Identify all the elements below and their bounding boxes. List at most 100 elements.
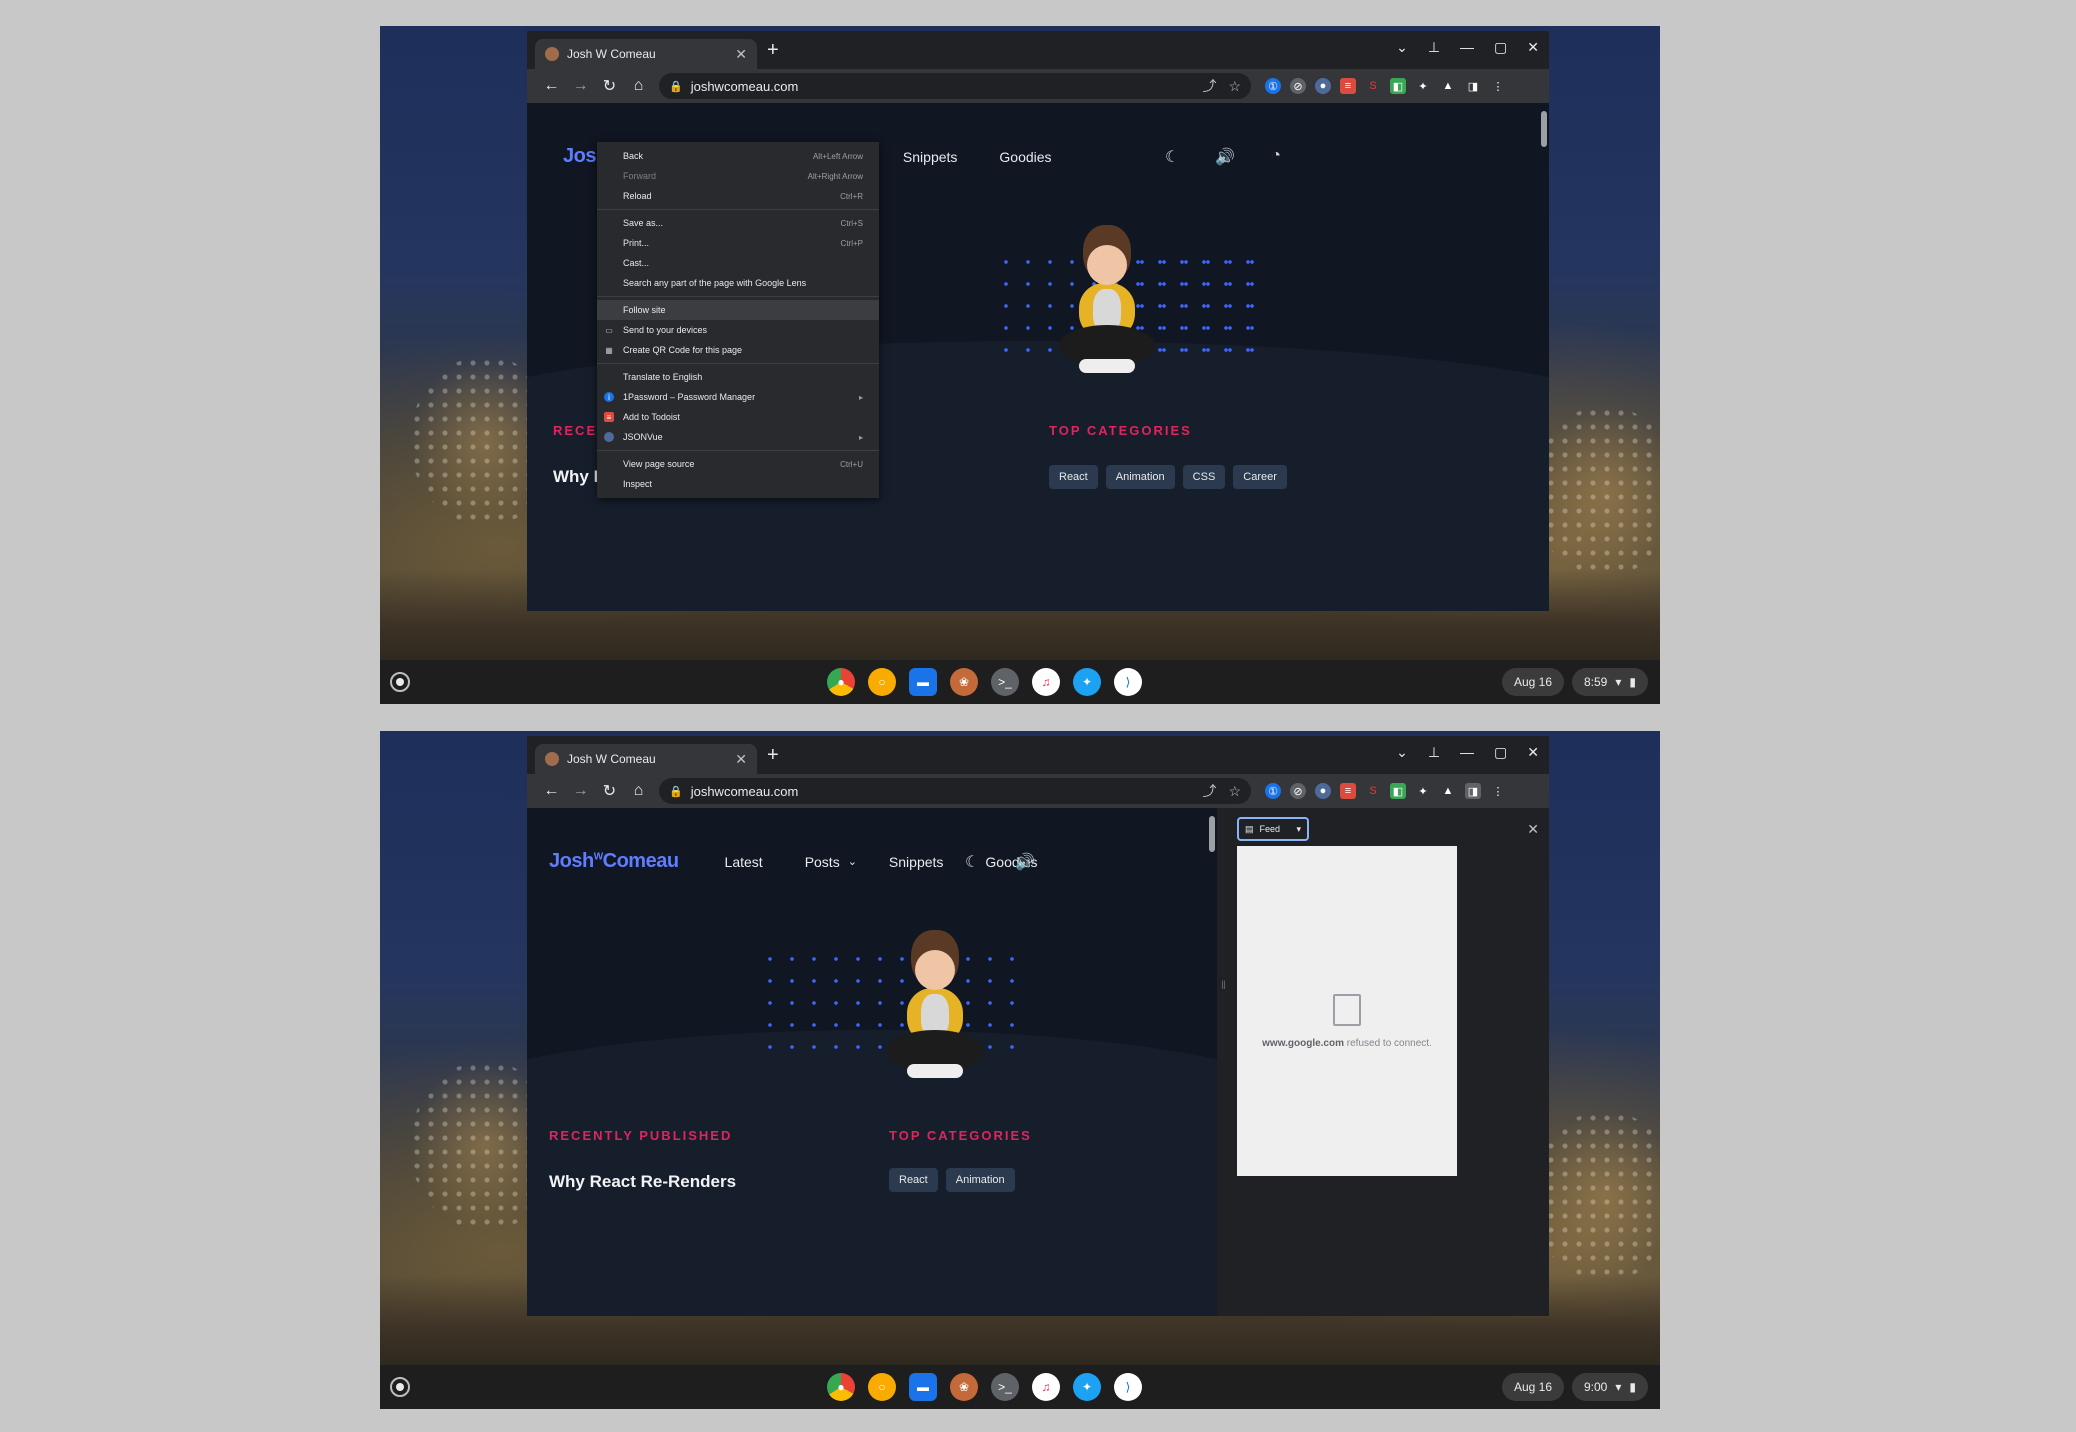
close-tab-icon[interactable]: ✕ [735, 46, 747, 63]
menu-print[interactable]: Print... Ctrl+P [597, 233, 879, 253]
menu-translate[interactable]: Translate to English [597, 367, 879, 387]
s-extension-icon[interactable]: S [1365, 783, 1381, 799]
launcher-button[interactable] [390, 672, 410, 692]
tab-search-icon[interactable]: ⌄ [1396, 744, 1408, 761]
app-icon[interactable]: ❀ [950, 1373, 978, 1401]
address-bar[interactable]: 🔒 joshwcomeau.com ⤴ ☆ [659, 778, 1251, 804]
forward-icon[interactable]: → [566, 77, 595, 95]
pin-icon[interactable]: ⊥ [1428, 744, 1440, 761]
bookmark-star-icon[interactable]: ☆ [1228, 783, 1241, 800]
todoist-icon[interactable]: ≡ [1340, 78, 1356, 94]
rss-icon[interactable]: ◔ [1271, 147, 1281, 167]
browser-tab[interactable]: Josh W Comeau ✕ [535, 744, 757, 774]
menu-send-to-devices[interactable]: ▭ Send to your devices [597, 320, 879, 340]
launcher-button[interactable] [390, 1377, 410, 1397]
tab-search-icon[interactable]: ⌄ [1396, 39, 1408, 56]
music-icon[interactable]: ♫ [1032, 1373, 1060, 1401]
nav-snippets[interactable]: Snippets [903, 149, 957, 165]
menu-google-lens[interactable]: Search any part of the page with Google … [597, 273, 879, 293]
kebab-menu-icon[interactable]: ⋮ [1490, 78, 1506, 94]
bookmark-star-icon[interactable]: ☆ [1228, 78, 1241, 95]
page-scrollbar[interactable] [1541, 111, 1547, 147]
side-panel-close-icon[interactable]: ✕ [1527, 821, 1539, 838]
vscode-icon[interactable]: ⟩ [1114, 668, 1142, 696]
menu-cast[interactable]: Cast... [597, 253, 879, 273]
menu-forward[interactable]: Forward Alt+Right Arrow [597, 166, 879, 186]
chip-css[interactable]: CSS [1182, 465, 1226, 489]
chip-animation[interactable]: Animation [945, 1168, 1015, 1192]
back-icon[interactable]: ← [537, 782, 566, 800]
menu-jsonvue[interactable]: JSONVue ▸ [597, 427, 879, 447]
time-pill[interactable]: 9:00 ▾ ▮ [1572, 1373, 1648, 1401]
side-panel-icon[interactable]: ◨ [1465, 78, 1481, 94]
back-icon[interactable]: ← [537, 77, 566, 95]
menu-reload[interactable]: Reload Ctrl+R [597, 186, 879, 206]
terminal-icon[interactable]: >_ [991, 668, 1019, 696]
side-panel-selector[interactable]: ▤ Feed ▾ [1237, 817, 1309, 841]
chip-react[interactable]: React [889, 1168, 938, 1192]
maximize-button[interactable]: ▢ [1494, 39, 1507, 56]
home-icon[interactable]: ⌂ [624, 782, 653, 800]
site-logo[interactable]: JoshWComeau [549, 850, 679, 873]
nav-goodies[interactable]: Goodies [999, 149, 1051, 165]
pin-icon[interactable]: ⊥ [1428, 39, 1440, 56]
canary-icon[interactable]: ○ [868, 668, 896, 696]
minimize-button[interactable]: — [1460, 39, 1474, 56]
reload-icon[interactable]: ↻ [595, 781, 624, 801]
minimize-button[interactable]: — [1460, 744, 1474, 761]
chevron-down-icon[interactable]: ⌄ [848, 855, 857, 868]
menu-view-source[interactable]: View page source Ctrl+U [597, 454, 879, 474]
menu-follow-site[interactable]: Follow site [597, 300, 879, 320]
green-extension-icon[interactable]: ◧ [1390, 78, 1406, 94]
s-extension-icon[interactable]: S [1365, 78, 1381, 94]
jsonvue-icon[interactable]: ● [1315, 78, 1331, 94]
sound-icon[interactable]: 🔊 [1215, 147, 1235, 167]
home-icon[interactable]: ⌂ [624, 77, 653, 95]
chip-react[interactable]: React [1049, 465, 1098, 489]
extension-icon[interactable]: ⊘ [1290, 78, 1306, 94]
date-pill[interactable]: Aug 16 [1501, 668, 1564, 696]
page-scrollbar[interactable] [1209, 816, 1215, 852]
todoist-icon[interactable]: ≡ [1340, 783, 1356, 799]
close-window-button[interactable]: ✕ [1527, 39, 1539, 56]
chrome-icon[interactable]: ● [827, 1373, 855, 1401]
files-icon[interactable]: ▬ [909, 1373, 937, 1401]
new-tab-button[interactable]: + [767, 39, 779, 62]
1password-icon[interactable]: ① [1265, 78, 1281, 94]
nav-posts[interactable]: Posts [805, 854, 840, 870]
menu-qr-code[interactable]: ▦ Create QR Code for this page [597, 340, 879, 360]
puzzle-icon[interactable]: ✦ [1415, 78, 1431, 94]
twitter-icon[interactable]: ✦ [1073, 1373, 1101, 1401]
close-window-button[interactable]: ✕ [1527, 744, 1539, 761]
music-icon[interactable]: ♫ [1032, 668, 1060, 696]
jsonvue-icon[interactable]: ● [1315, 783, 1331, 799]
app-icon[interactable]: ❀ [950, 668, 978, 696]
menu-inspect[interactable]: Inspect [597, 474, 879, 494]
chip-career[interactable]: Career [1233, 465, 1287, 489]
1password-icon[interactable]: ① [1265, 783, 1281, 799]
new-tab-button[interactable]: + [767, 744, 779, 767]
chip-animation[interactable]: Animation [1105, 465, 1175, 489]
menu-save-as[interactable]: Save as... Ctrl+S [597, 213, 879, 233]
browser-tab[interactable]: Josh W Comeau ✕ [535, 39, 757, 69]
menu-back[interactable]: Back Alt+Left Arrow [597, 146, 879, 166]
twitter-icon[interactable]: ✦ [1073, 668, 1101, 696]
kebab-menu-icon[interactable]: ⋮ [1490, 783, 1506, 799]
resize-handle[interactable]: ‖ [1221, 978, 1226, 992]
share-icon[interactable]: ⤴ [1202, 781, 1216, 801]
green-extension-icon[interactable]: ◧ [1390, 783, 1406, 799]
terminal-icon[interactable]: >_ [991, 1373, 1019, 1401]
forward-icon[interactable]: → [566, 782, 595, 800]
nav-latest[interactable]: Latest [725, 854, 763, 870]
time-pill[interactable]: 8:59 ▾ ▮ [1572, 668, 1648, 696]
vscode-icon[interactable]: ⟩ [1114, 1373, 1142, 1401]
maximize-button[interactable]: ▢ [1494, 744, 1507, 761]
close-tab-icon[interactable]: ✕ [735, 751, 747, 768]
lock-icon[interactable]: 🔒 [669, 785, 683, 798]
post-title[interactable]: Why React Re-Renders [549, 1172, 736, 1192]
lock-icon[interactable]: 🔒 [669, 80, 683, 93]
flask-icon[interactable]: ▲ [1440, 78, 1456, 94]
side-panel-icon[interactable]: ◨ [1465, 783, 1481, 799]
canary-icon[interactable]: ○ [868, 1373, 896, 1401]
chrome-icon[interactable]: ● [827, 668, 855, 696]
